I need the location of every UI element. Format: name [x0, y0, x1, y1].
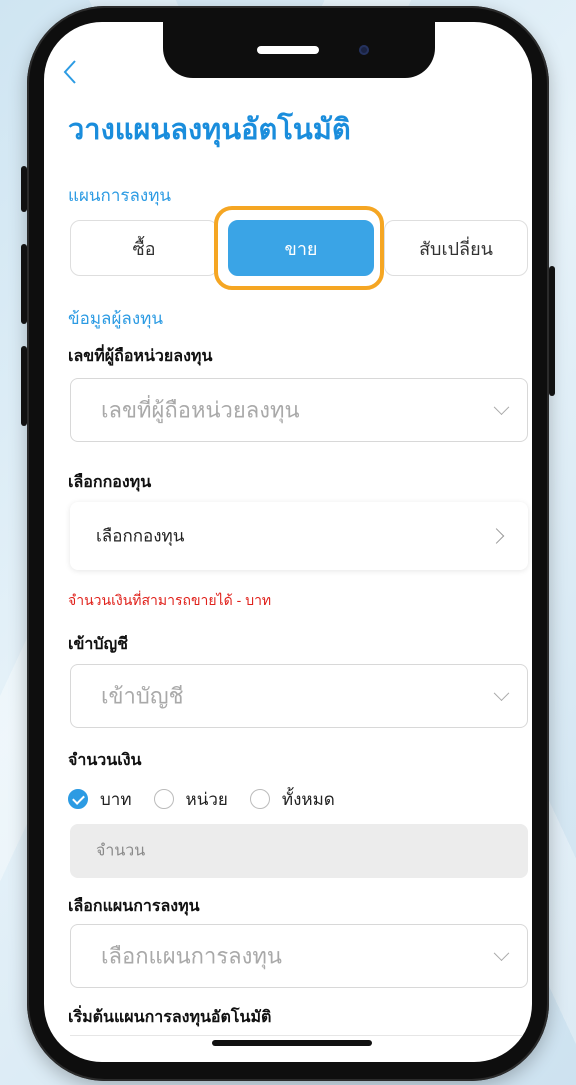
radio-baht[interactable]: บาท: [68, 786, 132, 813]
volume-down-button: [21, 346, 27, 426]
page-title: วางแผนลงทุนอัตโนมัติ: [68, 114, 351, 146]
amount-type-radio-group: บาท หน่วย ทั้งหมด: [68, 786, 357, 812]
radio-all[interactable]: ทั้งหมด: [249, 786, 335, 813]
radio-all-label: ทั้งหมด: [281, 789, 335, 809]
fund-label: เลือกกองทุน: [68, 474, 152, 491]
amount-label: จำนวนเงิน: [68, 752, 142, 769]
home-indicator[interactable]: [212, 1040, 372, 1046]
check-circle-icon: [68, 789, 88, 809]
volume-up-button: [21, 244, 27, 324]
power-button: [549, 266, 555, 396]
investor-section-label: ข้อมูลผู้ลงทุน: [68, 309, 163, 328]
radio-baht-label: บาท: [100, 789, 132, 809]
radio-circle-icon: [153, 789, 174, 809]
screen-content: วางแผนลงทุนอัตโนมัติ แผนการลงทุน ซื้อ ขา…: [44, 22, 532, 1062]
segment-buy[interactable]: ซื้อ: [70, 220, 218, 276]
radio-unit-label: หน่วย: [185, 789, 228, 809]
holder-number-dropdown[interactable]: เลขที่ผู้ถือหน่วยลงทุน: [70, 378, 528, 442]
phone-screen: วางแผนลงทุนอัตโนมัติ แผนการลงทุน ซื้อ ขา…: [44, 22, 532, 1062]
back-chevron-icon[interactable]: [62, 58, 78, 91]
account-dropdown[interactable]: เข้าบัญชี: [70, 664, 528, 728]
investment-plan-label: เลือกแผนการลงทุน: [68, 898, 200, 915]
chevron-right-icon: [488, 528, 505, 544]
fund-selector[interactable]: เลือกกองทุน: [70, 502, 528, 570]
account-label: เข้าบัญชี: [68, 636, 129, 653]
account-placeholder: เข้าบัญชี: [101, 683, 184, 709]
radio-unit[interactable]: หน่วย: [153, 786, 228, 813]
chevron-down-icon: [493, 945, 510, 962]
investment-plan-dropdown[interactable]: เลือกแผนการลงทุน: [70, 924, 528, 988]
start-plan-label: เริ่มต้นแผนการลงทุนอัตโนมัติ: [68, 1009, 272, 1026]
divider: [70, 1035, 528, 1036]
sellable-amount-note: จำนวนเงินที่สามารถขายได้ - บาท: [68, 592, 272, 608]
plan-section-label: แผนการลงทุน: [68, 186, 172, 205]
segment-switch[interactable]: สับเปลี่ยน: [384, 220, 528, 276]
fund-selector-text: เลือกกองทุน: [96, 526, 185, 546]
notch: [163, 22, 435, 78]
mute-switch: [21, 166, 27, 212]
amount-placeholder: จำนวน: [96, 842, 146, 860]
chevron-down-icon: [493, 685, 510, 702]
investment-plan-placeholder: เลือกแผนการลงทุน: [101, 943, 282, 969]
amount-input[interactable]: จำนวน: [70, 824, 528, 878]
camera: [359, 45, 369, 55]
selection-highlight: [214, 206, 384, 290]
radio-circle-icon: [249, 789, 270, 809]
speaker: [257, 46, 319, 54]
holder-number-placeholder: เลขที่ผู้ถือหน่วยลงทุน: [101, 397, 300, 423]
chevron-down-icon: [493, 399, 510, 416]
holder-number-label: เลขที่ผู้ถือหน่วยลงทุน: [68, 348, 213, 365]
